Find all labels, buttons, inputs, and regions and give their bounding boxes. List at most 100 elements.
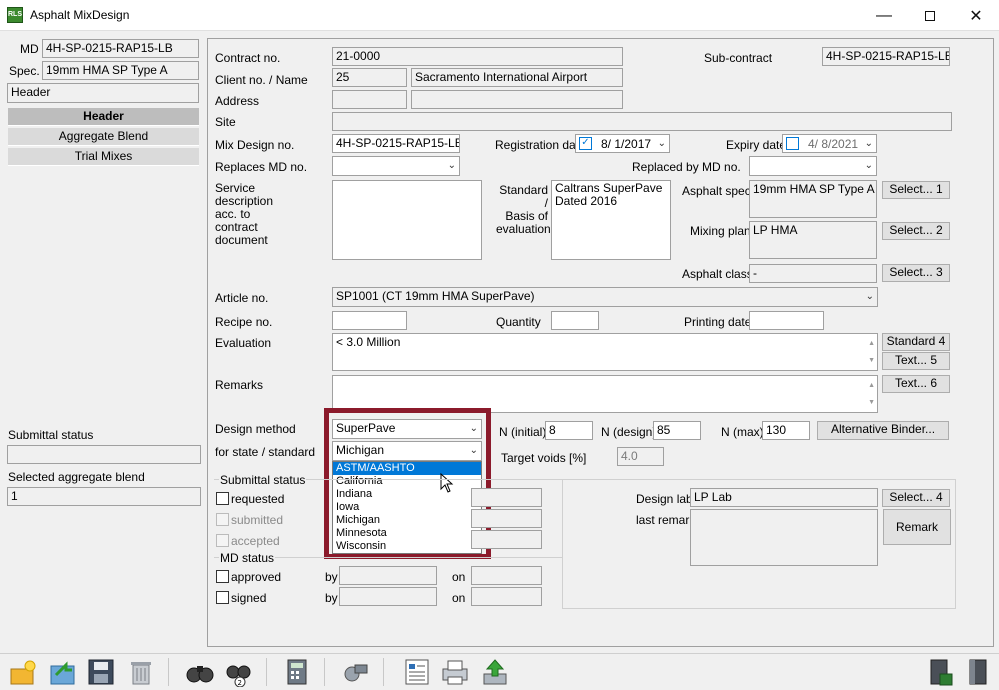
- nav-header[interactable]: Header: [8, 108, 199, 126]
- submitted-checkbox[interactable]: [216, 513, 229, 526]
- chevron-down-icon: ⌄: [864, 138, 873, 149]
- asphalt-spec-field[interactable]: 19mm HMA SP Type A: [749, 180, 877, 218]
- approved-by-field[interactable]: [339, 566, 437, 585]
- expiry-check[interactable]: [786, 137, 799, 150]
- quantity-field[interactable]: [551, 311, 599, 330]
- toolbar-separator: [383, 658, 384, 686]
- mixdesign-field[interactable]: 4H-SP-0215-RAP15-LB: [332, 134, 460, 153]
- printing-field[interactable]: [749, 311, 824, 330]
- expiry-label: Expiry date: [726, 138, 787, 152]
- select-2-button[interactable]: Select... 2: [882, 222, 950, 240]
- alternative-binder-button[interactable]: Alternative Binder...: [817, 421, 949, 440]
- trash-icon[interactable]: [126, 657, 156, 687]
- approved-checkbox[interactable]: [216, 570, 229, 583]
- service-textarea[interactable]: [332, 180, 482, 260]
- title-bar: [0, 0, 999, 31]
- mixing-plant-field[interactable]: LP HMA: [749, 221, 877, 259]
- chevron-down-icon: ⌄: [657, 138, 666, 149]
- expiry-picker[interactable]: 4/ 8/2021 ⌄: [782, 134, 877, 153]
- article-value: SP1001 (CT 19mm HMA SuperPave): [336, 289, 535, 303]
- regdate-check[interactable]: ✓: [579, 137, 592, 150]
- find-next-icon[interactable]: 2: [224, 657, 254, 687]
- asphalt-class-field[interactable]: -: [749, 264, 877, 283]
- replacedby-select[interactable]: ⌄: [749, 156, 877, 176]
- tools-icon[interactable]: [340, 657, 370, 687]
- design-lab-field[interactable]: LP Lab: [690, 488, 878, 507]
- approved-on-label: on: [452, 570, 466, 584]
- signed-by-field[interactable]: [339, 587, 437, 606]
- signed-on-field[interactable]: [471, 587, 542, 606]
- standard-4-button[interactable]: Standard 4: [882, 333, 950, 351]
- client-name-field[interactable]: Sacramento International Airport: [411, 68, 623, 87]
- requested-on-field[interactable]: [471, 488, 542, 507]
- regdate-picker[interactable]: ✓ 8/ 1/2017 ⌄: [575, 134, 670, 153]
- contract-label: Contract no.: [215, 51, 281, 65]
- export-icon[interactable]: [480, 657, 510, 687]
- md-field[interactable]: 4H-SP-0215-RAP15-LB: [42, 39, 199, 58]
- evaluation-textarea[interactable]: < 3.0 Million ▲ ▼: [332, 333, 878, 371]
- accepted-on-field[interactable]: [471, 530, 542, 549]
- n-initial-field[interactable]: 8: [545, 421, 593, 440]
- maximize-button[interactable]: [907, 0, 953, 31]
- close-button[interactable]: ✕: [953, 0, 999, 31]
- scroll-up-icon[interactable]: ▲: [868, 336, 875, 351]
- asphalt-class-label: Asphalt class: [682, 267, 753, 281]
- selected-blend-label: Selected aggregate blend: [8, 470, 145, 484]
- find-icon[interactable]: [185, 657, 215, 687]
- address-field-1[interactable]: [332, 90, 407, 109]
- text-5-button[interactable]: Text... 5: [882, 352, 950, 370]
- recipe-field[interactable]: [332, 311, 407, 330]
- subcontract-field[interactable]: 4H-SP-0215-RAP15-LB: [822, 47, 950, 66]
- print-icon[interactable]: [440, 657, 470, 687]
- open-icon[interactable]: [48, 657, 78, 687]
- remark-button[interactable]: Remark: [883, 509, 951, 545]
- save-exit-icon[interactable]: [926, 657, 956, 687]
- scroll-up-icon[interactable]: ▲: [868, 378, 875, 393]
- new-icon[interactable]: [8, 657, 38, 687]
- select-3-button[interactable]: Select... 3: [882, 264, 950, 282]
- nav-aggregate-blend[interactable]: Aggregate Blend: [8, 128, 199, 146]
- target-voids-field[interactable]: 4.0: [617, 447, 664, 466]
- signed-label: signed: [231, 591, 267, 605]
- address-field-2[interactable]: [411, 90, 623, 109]
- chevron-down-icon: ⌄: [864, 160, 873, 171]
- state-label: for state / standard: [215, 445, 316, 459]
- exit-icon[interactable]: [962, 657, 992, 687]
- select-4-button[interactable]: Select... 4: [882, 489, 950, 507]
- design-lab-label: Design lab: [636, 492, 693, 506]
- scroll-down-icon[interactable]: ▼: [868, 395, 875, 410]
- standard-textarea[interactable]: Caltrans SuperPave Dated 2016: [551, 180, 671, 260]
- replaces-label: Replaces MD no.: [215, 160, 308, 174]
- submitted-on-field[interactable]: [471, 509, 542, 528]
- mixing-plant-label: Mixing plant: [690, 224, 755, 238]
- nav-trial-mixes[interactable]: Trial Mixes: [8, 148, 199, 166]
- scroll-down-icon[interactable]: ▼: [868, 353, 875, 368]
- calculator-icon[interactable]: [282, 657, 312, 687]
- section-field: Header: [7, 83, 199, 103]
- report-icon[interactable]: [402, 657, 432, 687]
- contract-field[interactable]: 21-0000: [332, 47, 623, 66]
- n-max-field[interactable]: 130: [762, 421, 810, 440]
- save-icon[interactable]: [86, 657, 116, 687]
- mixdesign-label: Mix Design no.: [215, 138, 295, 152]
- select-1-button[interactable]: Select... 1: [882, 181, 950, 199]
- minimize-button[interactable]: —: [861, 0, 907, 31]
- selected-blend-field: 1: [7, 487, 201, 506]
- chevron-down-icon: ⌄: [865, 291, 874, 302]
- approved-on-field[interactable]: [471, 566, 542, 585]
- last-remark-label: last remark: [636, 513, 696, 527]
- client-no-field[interactable]: 25: [332, 68, 407, 87]
- accepted-checkbox[interactable]: [216, 534, 229, 547]
- submittal-status-field: [7, 445, 201, 464]
- signed-checkbox[interactable]: [216, 591, 229, 604]
- text-6-button[interactable]: Text... 6: [882, 375, 950, 393]
- replaces-select[interactable]: ⌄: [332, 156, 460, 176]
- requested-checkbox[interactable]: [216, 492, 229, 505]
- site-field[interactable]: [332, 112, 952, 131]
- article-select[interactable]: SP1001 (CT 19mm HMA SuperPave) ⌄: [332, 287, 878, 307]
- last-remark-field[interactable]: [690, 509, 878, 566]
- spec-field[interactable]: 19mm HMA SP Type A: [42, 61, 199, 80]
- n-design-field[interactable]: 85: [653, 421, 701, 440]
- approved-by-label: by: [325, 570, 338, 584]
- submitted-label: submitted: [231, 513, 284, 527]
